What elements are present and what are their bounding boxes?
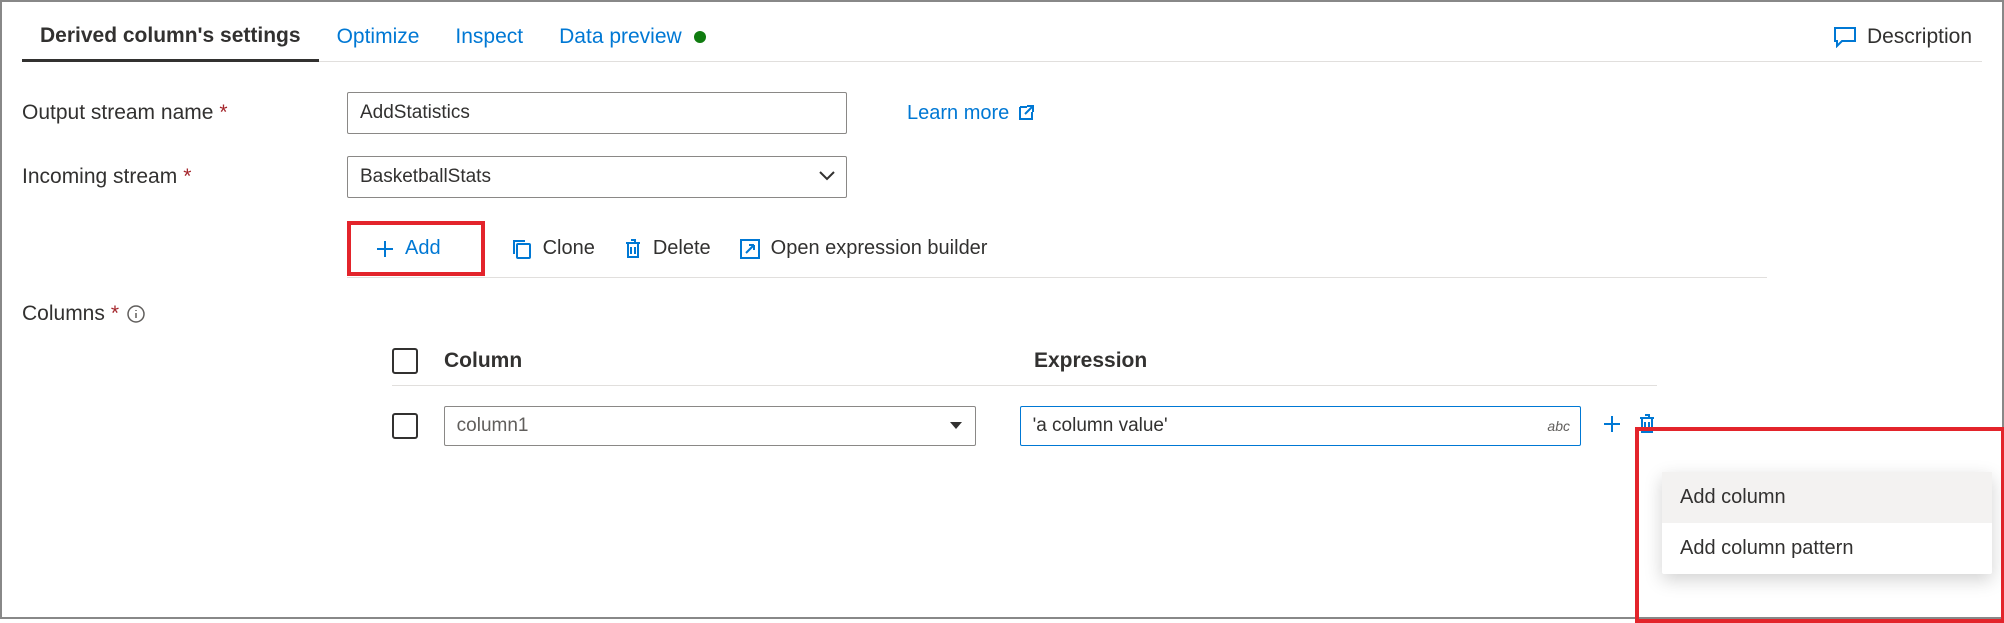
settings-form: Output stream name* AddStatistics Learn … [22, 62, 1982, 454]
output-stream-input[interactable]: AddStatistics [347, 92, 847, 134]
select-all-checkbox[interactable] [392, 348, 418, 374]
expression-input[interactable]: 'a column value' abc [1020, 406, 1581, 446]
add-context-menu: Add column Add column pattern [1662, 472, 1992, 574]
status-dot-icon [694, 31, 706, 43]
plus-icon [375, 239, 395, 259]
external-link-icon [1017, 104, 1035, 122]
learn-more-link[interactable]: Learn more [907, 102, 1035, 125]
clone-icon [511, 238, 533, 260]
tab-data-preview[interactable]: Data preview [541, 12, 724, 62]
tab-inspect[interactable]: Inspect [437, 12, 541, 62]
header-expression: Expression [1034, 349, 1147, 373]
add-button[interactable]: Add [361, 231, 455, 266]
info-icon[interactable] [127, 305, 145, 323]
row-incoming-stream: Incoming stream* BasketballStats [22, 156, 1982, 198]
open-icon [739, 238, 761, 260]
table-row: column1 'a column value' abc [392, 398, 1657, 454]
menu-add-column-pattern[interactable]: Add column pattern [1662, 523, 1992, 574]
label-output-stream: Output stream name* [22, 101, 347, 125]
comment-icon [1833, 26, 1857, 48]
trash-icon [1637, 413, 1657, 435]
row-checkbox[interactable] [392, 413, 418, 439]
trash-icon [623, 238, 643, 260]
add-row-button[interactable] [1601, 413, 1623, 440]
label-incoming-stream: Incoming stream* [22, 165, 347, 189]
plus-icon [1601, 413, 1623, 435]
tabs-bar: Derived column's settings Optimize Inspe… [22, 12, 1982, 62]
grid-header: Column Expression [392, 336, 1657, 386]
incoming-stream-select[interactable]: BasketballStats [347, 156, 847, 198]
row-output-stream: Output stream name* AddStatistics Learn … [22, 92, 1982, 134]
header-column: Column [444, 349, 1034, 373]
column-name-select[interactable]: column1 [444, 406, 976, 446]
row-actions [1601, 413, 1657, 440]
menu-add-column[interactable]: Add column [1662, 472, 1992, 523]
label-columns: Columns* [22, 302, 347, 326]
tab-optimize[interactable]: Optimize [319, 12, 438, 62]
add-button-highlight: Add [347, 221, 485, 276]
tab-derived-settings[interactable]: Derived column's settings [22, 12, 319, 62]
type-hint: abc [1547, 418, 1570, 434]
delete-button[interactable]: Delete [609, 231, 725, 266]
delete-row-button[interactable] [1637, 413, 1657, 440]
columns-toolbar: Add Clone Delete Open expression builder [347, 220, 1767, 278]
open-expression-builder-button[interactable]: Open expression builder [725, 231, 1002, 266]
clone-button[interactable]: Clone [497, 231, 609, 266]
columns-grid: Column Expression column1 'a column valu… [392, 336, 1657, 454]
description-button[interactable]: Description [1833, 25, 1982, 49]
chevron-down-icon [818, 166, 836, 188]
dropdown-icon [949, 415, 963, 437]
row-columns: Columns* [22, 292, 1982, 326]
